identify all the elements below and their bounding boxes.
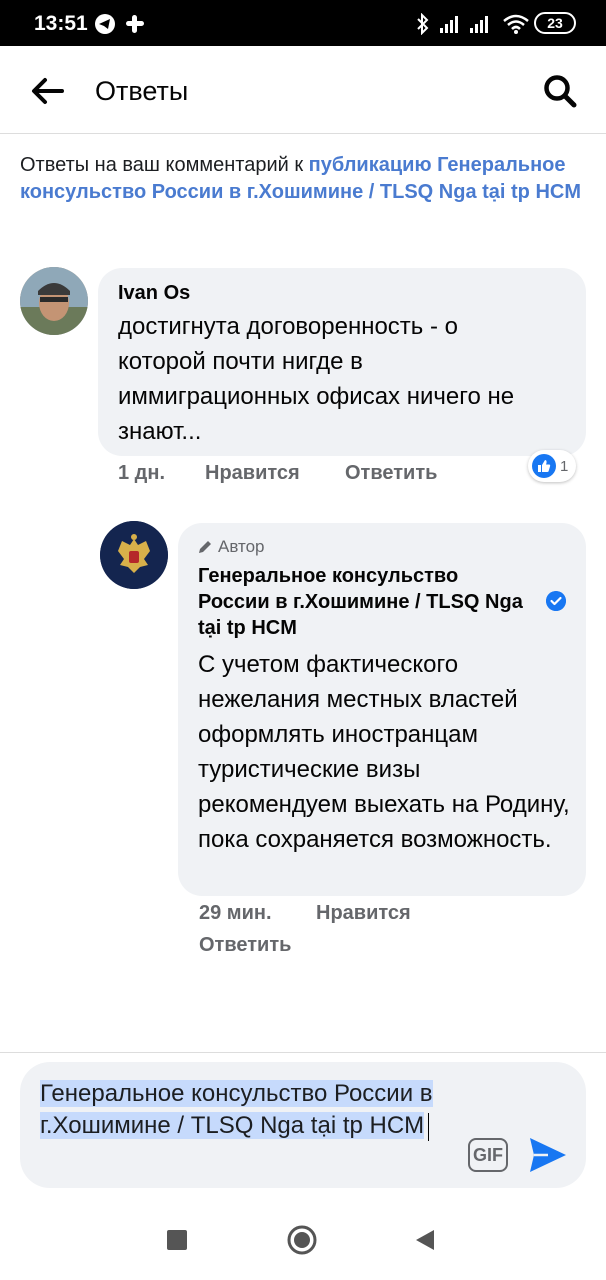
slack-icon	[126, 15, 144, 33]
verified-icon	[546, 591, 566, 611]
author-badge: Автор	[198, 537, 566, 557]
replies-intro: Ответы на ваш комментарий к публикацию Г…	[20, 152, 590, 206]
gif-button[interactable]: GIF	[468, 1138, 508, 1172]
bluetooth-icon	[417, 13, 429, 35]
signal-icon	[470, 16, 488, 33]
comment-bubble: Автор Генеральное консульство России в г…	[178, 523, 586, 896]
comment-bubble: Ivan Os достигнута договоренность - о ко…	[98, 268, 586, 456]
status-time: 13:51	[34, 12, 88, 35]
comment-time: 1 дн.	[118, 462, 166, 484]
app-header: Ответы	[0, 46, 606, 134]
arrow-left-icon[interactable]	[30, 76, 64, 106]
author-badge-label: Автор	[218, 537, 265, 556]
search-icon[interactable]	[542, 73, 578, 109]
pencil-icon	[199, 541, 211, 553]
comment-input-text: Генеральное консульство России в г.Хошим…	[40, 1080, 433, 1139]
comment-author[interactable]: Ivan Os	[118, 282, 566, 305]
comment-composer[interactable]: Генеральное консульство России в г.Хошим…	[20, 1062, 586, 1188]
page-title: Ответы	[95, 76, 189, 106]
like-button[interactable]: Нравится	[316, 902, 411, 925]
telegram-icon	[95, 14, 115, 34]
coat-of-arms-icon	[100, 521, 168, 589]
back-nav-icon[interactable]	[414, 1228, 436, 1252]
avatar[interactable]	[100, 521, 168, 589]
intro-text: Ответы на ваш комментарий к	[20, 154, 309, 176]
battery-icon: 23	[534, 12, 576, 34]
home-icon[interactable]	[287, 1225, 317, 1255]
system-nav-bar	[0, 1200, 606, 1280]
comment-text: достигнута договоренность - о которой по…	[118, 313, 515, 445]
reaction-count: 1	[560, 457, 569, 475]
signal-icon	[440, 16, 458, 33]
status-bar: 13:51 23	[0, 0, 606, 46]
thumbs-up-icon	[532, 454, 556, 478]
divider	[0, 1052, 606, 1053]
like-button[interactable]: Нравится	[205, 462, 300, 485]
text-caret	[428, 1112, 430, 1141]
comment-input[interactable]: Генеральное консульство России в г.Хошим…	[40, 1078, 460, 1142]
reply-button[interactable]: Ответить	[199, 934, 291, 957]
reply-button[interactable]: Ответить	[345, 462, 437, 485]
reaction-badge[interactable]: 1	[528, 450, 577, 482]
avatar[interactable]	[20, 267, 88, 335]
wifi-icon	[503, 14, 529, 34]
comment-time: 29 мин.	[199, 902, 272, 924]
comment-text: С учетом фактического нежелания местных …	[198, 651, 570, 853]
recents-icon[interactable]	[166, 1229, 188, 1251]
comment-author[interactable]: Генеральное консульство России в г.Хошим…	[198, 563, 528, 641]
send-icon[interactable]	[528, 1136, 568, 1174]
